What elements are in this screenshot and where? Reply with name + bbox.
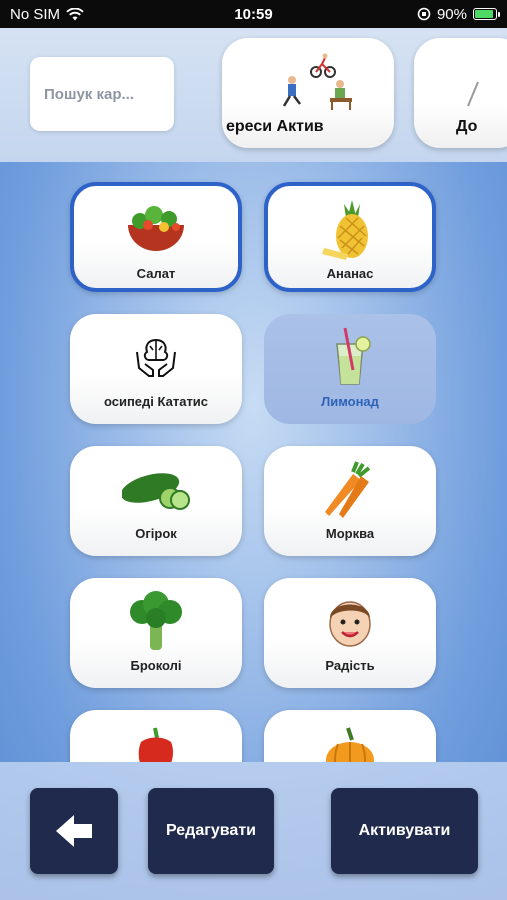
card-label: Лимонад (321, 394, 379, 409)
status-bar: No SIM 10:59 90% (0, 0, 507, 28)
category-label: ереси Актив (226, 118, 324, 135)
pineapple-icon (322, 200, 368, 260)
card-lemonade[interactable]: Лимонад (264, 314, 436, 424)
back-button[interactable] (30, 788, 118, 874)
action-bar: Редагувати Активувати (0, 762, 507, 900)
category-label: До (456, 118, 478, 135)
activate-button[interactable]: Активувати (331, 788, 478, 874)
category-card-activities[interactable]: ереси Актив (222, 38, 394, 148)
card-label: Салат (136, 266, 176, 281)
card-label: Морква (325, 526, 375, 541)
happy-face-icon (329, 601, 371, 647)
card-label: Ананас (326, 266, 374, 281)
activities-icon (282, 53, 352, 110)
lemonade-icon (336, 327, 371, 385)
battery-icon (473, 8, 500, 20)
category-strip: Пошук кар... ереси Актив До (0, 28, 507, 162)
card-label: Броколі (130, 658, 182, 673)
search-input[interactable]: Пошук кар... (30, 57, 174, 131)
carrier-label: No SIM (10, 5, 61, 23)
carrot-icon (325, 461, 371, 518)
card-salad[interactable]: Салат (70, 182, 242, 292)
brain-hands-icon (136, 338, 176, 377)
card-label: Радість (325, 658, 375, 673)
card-carrot[interactable]: Морква (264, 446, 436, 556)
card-grid: Салат Ананас осипеді Кататис Лимонад Огі… (0, 162, 507, 762)
wifi-icon (66, 7, 84, 20)
broccoli-icon (130, 591, 182, 650)
category-card-partial[interactable]: До (414, 38, 507, 148)
arrow-left-icon (56, 815, 92, 847)
card-label: Огірок (135, 526, 177, 541)
card-cucumber[interactable]: Огірок (70, 446, 242, 556)
card-pepper[interactable] (70, 710, 242, 762)
card-label: осипеді Кататис (103, 394, 209, 409)
card-pineapple[interactable]: Ананас (264, 182, 436, 292)
clock: 10:59 (234, 5, 273, 23)
salad-icon (128, 206, 184, 251)
pumpkin-icon (326, 727, 374, 762)
battery-percent: 90% (436, 5, 467, 23)
hand-icon (467, 81, 479, 107)
card-meditation[interactable]: осипеді Кататис (70, 314, 242, 424)
red-pepper-icon (138, 727, 173, 762)
search-placeholder: Пошук кар... (44, 85, 134, 103)
card-broccoli[interactable]: Броколі (70, 578, 242, 688)
cucumber-icon (122, 473, 190, 510)
card-joy[interactable]: Радість (264, 578, 436, 688)
edit-button[interactable]: Редагувати (148, 788, 274, 874)
card-pumpkin[interactable] (264, 710, 436, 762)
orientation-lock-icon (417, 7, 431, 21)
